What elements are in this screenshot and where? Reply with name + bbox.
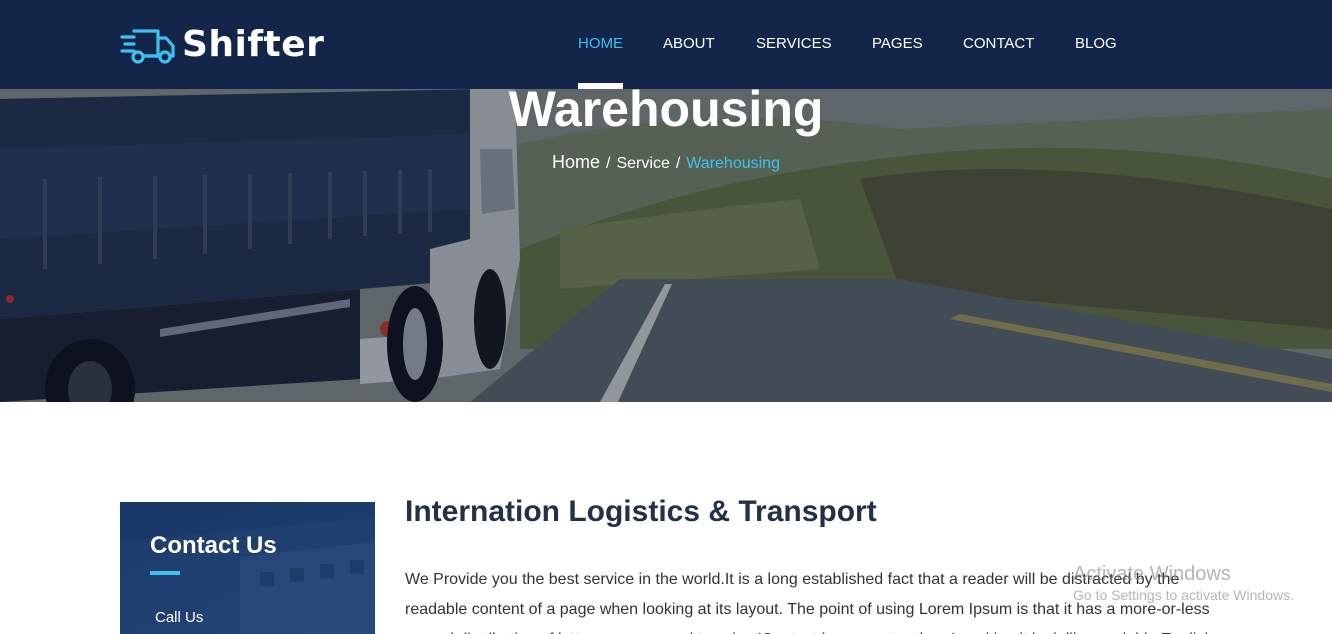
call-us-label: Call Us: [155, 609, 204, 626]
nav-pages[interactable]: PAGES: [872, 34, 923, 54]
breadcrumb-separator: /: [675, 155, 681, 172]
active-nav-indicator: [578, 83, 623, 89]
nav-about[interactable]: ABOUT: [663, 34, 715, 54]
watermark-subtitle: Go to Settings to activate Windows.: [1073, 587, 1294, 603]
logo-text: Shifter: [182, 24, 325, 65]
title-accent-bar: [150, 571, 180, 575]
windows-activation-watermark: Activate Windows Go to Settings to activ…: [1073, 562, 1294, 604]
breadcrumb: Home / Service / Warehousing: [0, 152, 1332, 174]
section-heading: Internation Logistics & Transport: [405, 495, 877, 528]
contact-widget-title: Contact Us: [150, 532, 277, 559]
site-logo[interactable]: Shifter: [120, 24, 324, 66]
contact-widget: Contact Us Call Us: [120, 502, 375, 634]
nav-services[interactable]: SERVICES: [756, 34, 832, 54]
breadcrumb-home-link[interactable]: Home: [552, 152, 600, 172]
nav-blog[interactable]: BLOG: [1075, 34, 1117, 54]
breadcrumb-current: Warehousing: [686, 155, 780, 172]
site-header: Shifter HOME ABOUT SERVICES PAGES CONTAC…: [0, 0, 1332, 89]
nav-contact[interactable]: CONTACT: [963, 34, 1034, 54]
breadcrumb-service-link[interactable]: Service: [616, 155, 669, 172]
page-banner: Warehousing Home / Service / Warehousing: [0, 89, 1332, 402]
nav-home[interactable]: HOME: [578, 34, 623, 54]
breadcrumb-separator: /: [606, 155, 611, 172]
page-title: Warehousing: [508, 89, 824, 137]
delivery-truck-icon: [120, 29, 175, 64]
watermark-title: Activate Windows: [1073, 563, 1231, 585]
